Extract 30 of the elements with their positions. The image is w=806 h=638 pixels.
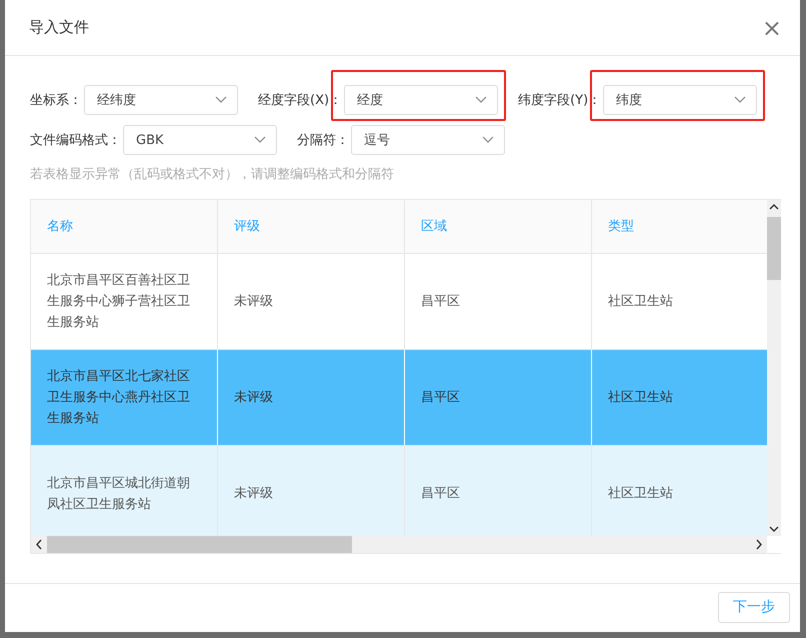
dialog-title: 导入文件 bbox=[29, 18, 89, 37]
table-cell: 昌平区 bbox=[405, 350, 592, 445]
field-label: 文件编码格式： bbox=[30, 132, 121, 149]
scrollbar-thumb[interactable] bbox=[767, 217, 781, 280]
table-row[interactable]: 北京市昌平区北七家社区卫生服务中心燕丹社区卫生服务站 未评级 昌平区 社区卫生站 bbox=[31, 350, 767, 446]
dropdown-field[interactable]: 经度 bbox=[344, 85, 498, 115]
field-label: 纬度字段(Y)： bbox=[518, 92, 602, 109]
table-cell: 未评级 bbox=[218, 350, 405, 445]
table-cell: 未评级 bbox=[218, 254, 405, 349]
field-label: 经度字段(X)： bbox=[258, 92, 342, 109]
dropdown-field[interactable]: GBK bbox=[123, 125, 277, 155]
chevron-down-icon bbox=[254, 136, 266, 144]
horizontal-scrollbar[interactable] bbox=[31, 536, 767, 553]
field-label: 分隔符： bbox=[297, 132, 349, 149]
table-cell: 北京市昌平区百善社区卫生服务中心狮子营社区卫生服务站 bbox=[31, 254, 218, 349]
scrollbar-thumb[interactable] bbox=[47, 536, 352, 553]
table-cell: 昌平区 bbox=[405, 254, 592, 349]
dropdown-field[interactable]: 纬度 bbox=[603, 85, 758, 115]
chevron-down-icon bbox=[475, 96, 488, 104]
dropdown-field[interactable]: 逗号 bbox=[351, 125, 505, 155]
close-button[interactable]: × bbox=[758, 14, 786, 42]
table-row[interactable]: 北京市昌平区城北街道朝凤社区卫生服务站 未评级 昌平区 社区卫生站 bbox=[31, 446, 767, 536]
chevron-down-icon bbox=[734, 96, 746, 104]
vertical-scrollbar[interactable] bbox=[767, 200, 781, 536]
chevron-down-icon bbox=[482, 136, 494, 144]
chevron-down-icon bbox=[215, 96, 227, 104]
table-cell: 北京市昌平区北七家社区卫生服务中心燕丹社区卫生服务站 bbox=[31, 350, 218, 445]
hint-text: 若表格显示异常（乱码或格式不对），请调整编码格式和分隔符 bbox=[30, 166, 395, 183]
field-label: 坐标系： bbox=[30, 92, 82, 109]
dropdown-field[interactable]: 经纬度 bbox=[84, 85, 238, 115]
